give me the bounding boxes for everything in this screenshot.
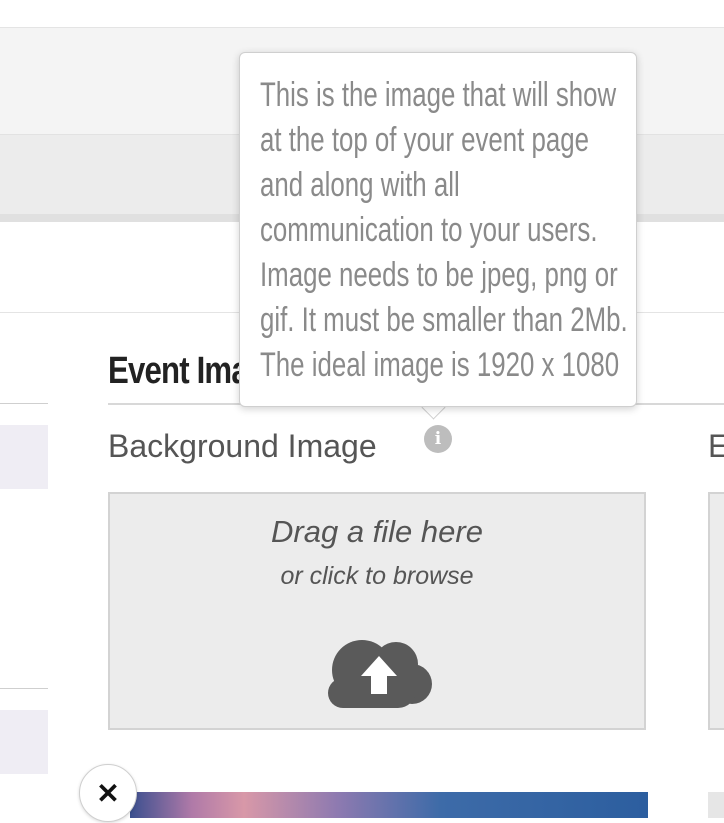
info-icon[interactable]: i xyxy=(424,425,452,453)
background-image-preview xyxy=(130,792,648,818)
remove-image-button[interactable]: ✕ xyxy=(79,764,137,822)
background-image-label: Background Image xyxy=(108,428,377,464)
right-column-dropzone[interactable] xyxy=(708,492,724,730)
left-column-divider xyxy=(0,688,48,689)
left-column-field[interactable] xyxy=(0,425,48,489)
left-column-field[interactable] xyxy=(0,710,48,774)
cloud-upload-icon xyxy=(328,640,432,708)
dropzone-main-text: Drag a file here xyxy=(271,514,483,549)
close-icon: ✕ xyxy=(96,778,120,809)
tooltip-text: This is the image that will show at the … xyxy=(260,76,628,384)
background-image-dropzone[interactable]: Drag a file here or click to browse xyxy=(108,492,646,730)
right-column-preview xyxy=(708,792,724,818)
dropzone-sub-text: or click to browse xyxy=(280,562,474,590)
right-column-label: E xyxy=(708,428,724,464)
info-tooltip: This is the image that will show at the … xyxy=(239,52,637,407)
section-title: Event Ima xyxy=(108,350,249,392)
top-bar xyxy=(0,0,724,28)
left-column-divider xyxy=(0,403,48,404)
